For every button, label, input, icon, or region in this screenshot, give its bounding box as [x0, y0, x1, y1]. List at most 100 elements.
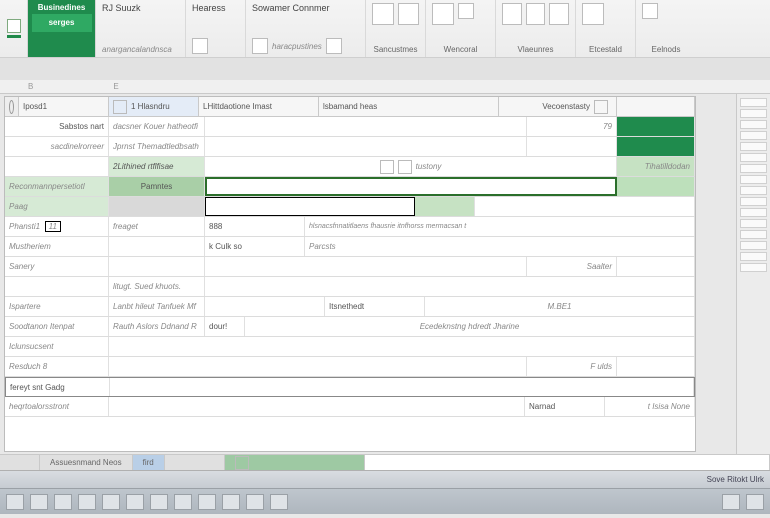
ribbon-btn-icon[interactable]	[502, 3, 522, 25]
side-slot[interactable]	[740, 263, 767, 272]
ribbon-btn-icon[interactable]	[582, 3, 604, 25]
ribbon-btn-icon[interactable]	[526, 3, 546, 25]
ribbon-btn-icon[interactable]	[432, 3, 454, 25]
table-row[interactable]: Resduch 8 F ulds	[5, 357, 695, 377]
tab-nav[interactable]	[0, 455, 40, 470]
cell[interactable]: 888	[205, 217, 305, 236]
cell[interactable]: Ispartere	[5, 297, 109, 316]
task-button[interactable]	[222, 494, 240, 510]
side-slot[interactable]	[740, 153, 767, 162]
col-header-f[interactable]	[617, 97, 695, 116]
cell[interactable]	[617, 177, 695, 196]
cell[interactable]	[109, 337, 695, 356]
cell[interactable]	[617, 257, 695, 276]
cell[interactable]	[109, 397, 525, 416]
cell[interactable]: F ulds	[527, 357, 617, 376]
table-row[interactable]: Ispartere Lanbt hileut Tanfuek Mf Itsnet…	[5, 297, 695, 317]
cell[interactable]: M.BE1	[425, 297, 695, 316]
side-slot[interactable]	[740, 252, 767, 261]
cell[interactable]: Parcsts	[305, 237, 695, 256]
task-button[interactable]	[174, 494, 192, 510]
cell[interactable]: Sabstos nart	[5, 117, 109, 136]
side-slot[interactable]	[740, 142, 767, 151]
col-header-b[interactable]: 1 Hlasndru	[109, 97, 199, 116]
cell[interactable]: hlsnacsfnnatitlaens fhausrie itnfhorss m…	[305, 217, 695, 236]
table-row[interactable]: 2Lithined rtflfisae tustony Tihatilldoda…	[5, 157, 695, 177]
ribbon-btn-icon[interactable]	[252, 38, 268, 54]
sheet-tab[interactable]	[225, 455, 365, 470]
ribbon-btn-icon[interactable]	[549, 3, 569, 25]
task-button[interactable]	[54, 494, 72, 510]
cell[interactable]: Soodtanon Itenpat	[5, 317, 109, 336]
cell[interactable]: dour!	[205, 317, 245, 336]
side-slot[interactable]	[740, 230, 767, 239]
cell[interactable]	[109, 257, 205, 276]
select-all-corner[interactable]	[5, 97, 19, 116]
cell[interactable]	[205, 137, 527, 156]
sheet-tab[interactable]: Assuesnmand Neos	[40, 455, 133, 470]
cell[interactable]: sacdinelrorreer	[5, 137, 109, 156]
task-button[interactable]	[150, 494, 168, 510]
task-button[interactable]	[30, 494, 48, 510]
table-row[interactable]: Phansti1 11 freaget 888 hlsnacsfnnatitla…	[5, 217, 695, 237]
table-row[interactable]: heqrtoalorsstront Narnad t Isisa None	[5, 397, 695, 417]
cell[interactable]	[617, 117, 695, 136]
tray-button[interactable]	[746, 494, 764, 510]
cell[interactable]: Saalter	[527, 257, 617, 276]
cell[interactable]	[415, 197, 475, 216]
cell[interactable]	[109, 197, 205, 216]
cell[interactable]: t Isisa None	[605, 397, 695, 416]
cell[interactable]: Ecedeknstng hdredt Jharine	[245, 317, 695, 336]
col-header-d[interactable]: lsbamand heas	[319, 97, 499, 116]
cell[interactable]	[475, 197, 695, 216]
cell[interactable]	[205, 117, 527, 136]
cell[interactable]	[5, 277, 109, 296]
cell[interactable]: k Culk so	[205, 237, 305, 256]
ribbon-btn-icon[interactable]	[458, 3, 474, 19]
cell[interactable]	[109, 237, 205, 256]
grid[interactable]: Iposd1 1 Hlasndru LHittdaotione Imast ls…	[4, 96, 696, 452]
task-button[interactable]	[6, 494, 24, 510]
side-slot[interactable]	[740, 109, 767, 118]
ribbon-btn-icon[interactable]	[372, 3, 394, 25]
cell[interactable]	[205, 297, 325, 316]
cell[interactable]	[109, 357, 527, 376]
cell[interactable]: fereyt snt Gadg	[6, 378, 110, 396]
cell[interactable]	[205, 277, 695, 296]
table-row[interactable]: Mustheriem k Culk so Parcsts	[5, 237, 695, 257]
task-button[interactable]	[78, 494, 96, 510]
task-button[interactable]	[102, 494, 120, 510]
sheet-tab-blank[interactable]	[365, 455, 770, 470]
cell[interactable]	[110, 378, 694, 396]
cell[interactable]: Mustheriem	[5, 237, 109, 256]
cell[interactable]: dacsner Kouer hatheotfi	[109, 117, 205, 136]
file-tab[interactable]: Businedines serges	[28, 0, 96, 57]
side-slot[interactable]	[740, 208, 767, 217]
table-row[interactable]: sacdinelrorreer Jprnst Themadtledbsath	[5, 137, 695, 157]
cell[interactable]	[617, 137, 695, 156]
cell[interactable]: Pamntes	[109, 177, 205, 196]
active-cell[interactable]	[205, 177, 617, 196]
cell[interactable]: Paag	[5, 197, 109, 216]
cell[interactable]	[617, 357, 695, 376]
side-slot[interactable]	[740, 131, 767, 140]
task-button[interactable]	[198, 494, 216, 510]
cell[interactable]: Sanery	[5, 257, 109, 276]
cell[interactable]: Resduch 8	[5, 357, 109, 376]
table-row[interactable]: Sabstos nart dacsner Kouer hatheotfi 79	[5, 117, 695, 137]
cell[interactable]: Lanbt hileut Tanfuek Mf	[109, 297, 205, 316]
cell[interactable]: Jprnst Themadtledbsath	[109, 137, 205, 156]
table-row[interactable]: Paag	[5, 197, 695, 217]
cell[interactable]: Phansti1 11	[5, 217, 109, 236]
col-header-e[interactable]: Vecoenstasty	[499, 97, 617, 116]
cell[interactable]: heqrtoalorsstront	[5, 397, 109, 416]
cell[interactable]: tustony	[205, 157, 617, 176]
filter-icon[interactable]	[594, 100, 608, 114]
cell[interactable]: Narnad	[525, 397, 605, 416]
side-slot[interactable]	[740, 175, 767, 184]
sheet-tab-active[interactable]: fird	[133, 455, 165, 470]
cell[interactable]: Tihatilldodan	[617, 157, 695, 176]
side-slot[interactable]	[740, 120, 767, 129]
cell[interactable]: litugt. Sued khuots.	[109, 277, 205, 296]
side-slot[interactable]	[740, 197, 767, 206]
